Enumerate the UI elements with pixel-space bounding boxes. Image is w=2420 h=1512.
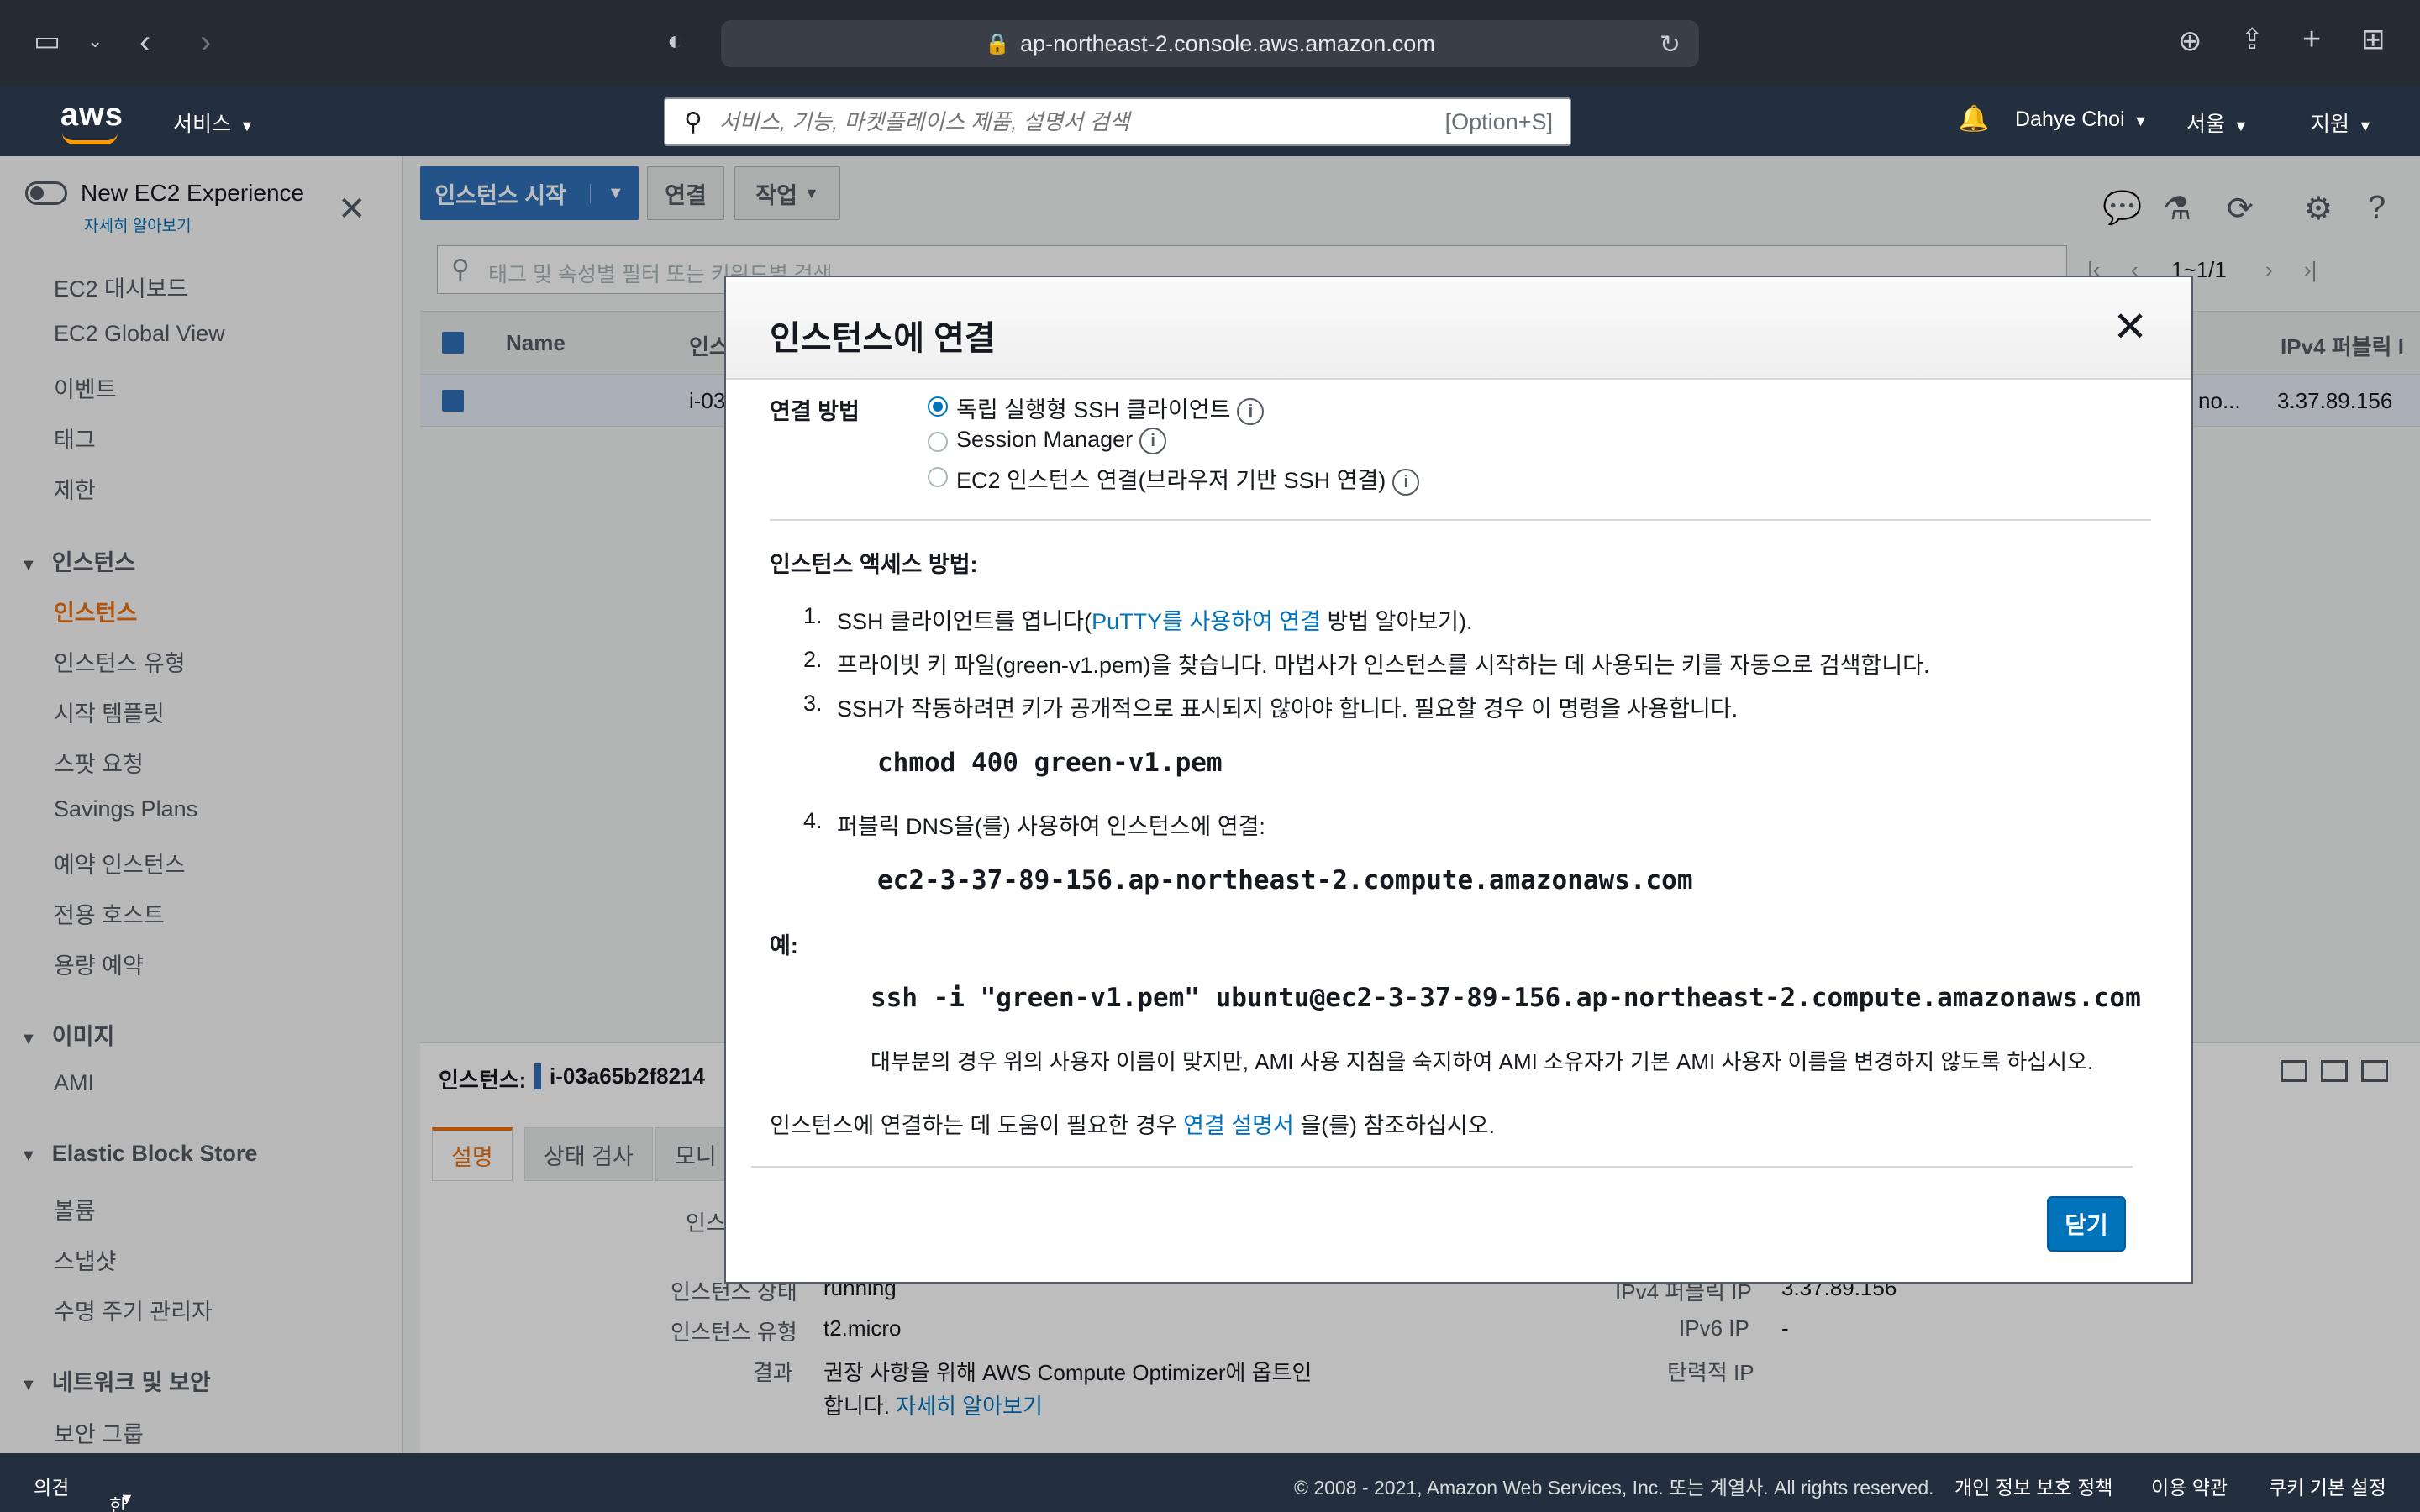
search-icon: ⚲ (684, 108, 702, 136)
aws-logo-smile (62, 133, 118, 144)
option-ssh-client: 독립 실행형 SSH 클라이언트 i (956, 391, 1265, 425)
example-label: 예: (770, 933, 798, 958)
copyright-text: © 2008 - 2021, Amazon Web Services, Inc.… (1294, 1477, 1934, 1499)
new-tab-icon[interactable]: + (2302, 24, 2321, 55)
region-menu[interactable]: 서울 ▼ (2186, 108, 2249, 138)
back-icon[interactable]: ‹ (139, 25, 150, 59)
help-text: 인스턴스에 연결하는 데 도움이 필요한 경우 연결 설명서 을(를) 참조하십… (770, 1113, 1496, 1138)
shield-icon[interactable]: ◐ (667, 27, 683, 54)
chevron-down-icon[interactable]: ⌄ (87, 32, 103, 50)
support-menu[interactable]: 지원 ▼ (2311, 108, 2373, 138)
connect-modal: 인스턴스에 연결 ✕ 연결 방법 독립 실행형 SSH 클라이언트 i Sessi… (724, 276, 2193, 1284)
step-3-number: 3. (803, 690, 823, 716)
putty-link[interactable]: PuTTY를 사용하여 연결 (1092, 609, 1321, 634)
user-menu[interactable]: Dahye Choi ▼ (2015, 108, 2148, 132)
step-4-text: 퍼블릭 DNS을(를) 사용하여 인스턴스에 연결: (837, 814, 1265, 839)
caret-down-icon: ▼ (2233, 118, 2249, 134)
option-session-manager: Session Manager i (956, 427, 1167, 454)
footer: 의견 한국어▼ © 2008 - 2021, Amazon Web Servic… (0, 1453, 2420, 1512)
lock-icon: 🔒 (985, 32, 1011, 55)
browser-toolbar: ▭ ⌄ ‹ › ◐ 🔒 ap-northeast-2.console.aws.a… (0, 0, 2420, 86)
connection-method-label: 연결 방법 (770, 399, 860, 424)
step-4-number: 4. (803, 808, 823, 833)
close-button[interactable]: 닫기 (2047, 1196, 2126, 1252)
public-dns: ec2-3-37-89-156.ap-northeast-2.compute.a… (877, 865, 1693, 895)
address-bar[interactable]: 🔒 ap-northeast-2.console.aws.amazon.com … (721, 20, 1699, 67)
radio-ssh-client[interactable] (928, 396, 948, 417)
modal-title: 인스턴스에 연결 (770, 320, 996, 357)
sidebar-toggle-icon[interactable]: ▭ (34, 27, 60, 55)
download-icon[interactable]: ⊕ (2178, 27, 2202, 55)
step-3-text: SSH가 작동하려면 키가 공개적으로 표시되지 않아야 합니다. 필요할 경우… (837, 696, 1739, 722)
access-heading: 인스턴스 액세스 방법: (770, 552, 978, 577)
reload-icon[interactable]: ↻ (1660, 30, 1681, 60)
close-icon[interactable]: ✕ (2112, 302, 2148, 351)
aws-header: aws 서비스▼ ⚲ [Option+S] 🔔 Dahye Choi▼ 서울▼ … (0, 86, 2420, 156)
option-instance-connect: EC2 인스턴스 연결(브라우저 기반 SSH 연결) i (956, 462, 1420, 496)
caret-down-icon: ▼ (2133, 113, 2149, 129)
forward-icon[interactable]: › (200, 25, 211, 59)
caret-down-icon: ▼ (2358, 118, 2373, 134)
caret-down-icon: ▼ (239, 118, 255, 134)
step-1-text: SSH 클라이언트를 엽니다(PuTTY를 사용하여 연결 방법 알아보기). (837, 609, 1473, 634)
modal-header: 인스턴스에 연결 ✕ (726, 277, 2191, 380)
step-2-text: 프라이빗 키 파일(green-v1.pem)을 찾습니다. 마법사가 인스턴스… (837, 653, 1930, 678)
ssh-command: ssh -i "green-v1.pem" ubuntu@ec2-3-37-89… (871, 983, 2141, 1013)
tab-overview-icon[interactable]: ⊞ (2361, 25, 2386, 54)
url-text: ap-northeast-2.console.aws.amazon.com (1020, 30, 1435, 56)
info-icon[interactable]: i (1237, 397, 1265, 425)
step-1-number: 1. (803, 603, 823, 628)
feedback-link[interactable]: 의견 (34, 1472, 69, 1500)
bell-icon[interactable]: 🔔 (1958, 104, 1989, 134)
info-icon[interactable]: i (1139, 427, 1167, 454)
username-note: 대부분의 경우 위의 사용자 이름이 맞지만, AMI 사용 지침을 숙지하여 … (871, 1049, 2094, 1074)
cookies-link[interactable]: 쿠키 기본 설정 (2269, 1472, 2386, 1500)
terms-link[interactable]: 이용 약관 (2151, 1472, 2228, 1500)
caret-down-icon: ▼ (119, 1490, 134, 1507)
search-shortcut: [Option+S] (1444, 108, 1553, 134)
connection-guide-link[interactable]: 연결 설명서 (1183, 1113, 1294, 1138)
step-2-number: 2. (803, 647, 823, 672)
search-input[interactable] (718, 108, 1445, 135)
chmod-command: chmod 400 green-v1.pem (877, 748, 1223, 778)
aws-logo[interactable]: aws (60, 97, 124, 134)
privacy-link[interactable]: 개인 정보 보호 정책 (1954, 1472, 2112, 1500)
share-icon[interactable]: ⇪ (2240, 25, 2265, 54)
radio-instance-connect[interactable] (928, 467, 948, 487)
modal-divider (770, 519, 2151, 521)
info-icon[interactable]: i (1392, 468, 1420, 496)
services-menu[interactable]: 서비스 ▼ (173, 108, 255, 138)
radio-session-manager[interactable] (928, 432, 948, 452)
global-search[interactable]: ⚲ [Option+S] (664, 97, 1571, 146)
modal-footer-divider (751, 1166, 2133, 1168)
